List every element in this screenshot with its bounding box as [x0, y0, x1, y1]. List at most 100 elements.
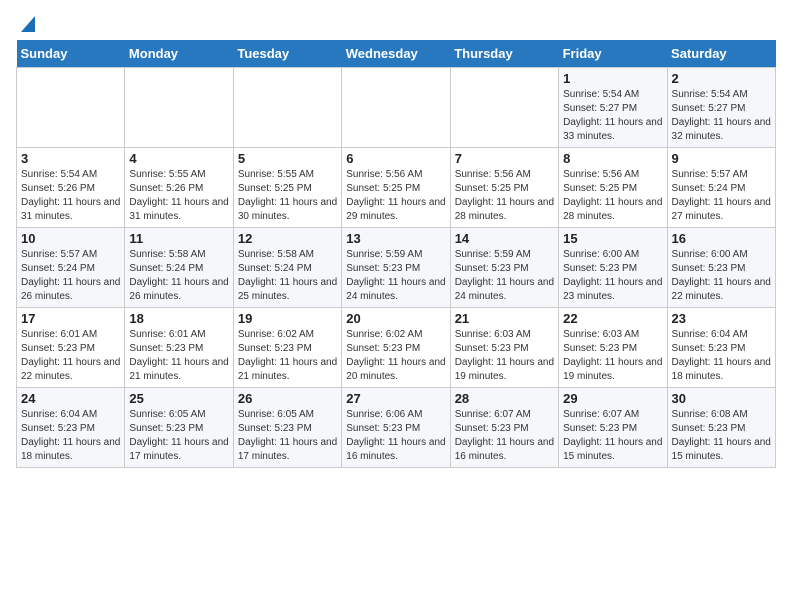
calendar-cell: 18 Sunrise: 6:01 AM Sunset: 5:23 PM Dayli… — [125, 308, 233, 388]
calendar-cell: 29 Sunrise: 6:07 AM Sunset: 5:23 PM Dayli… — [559, 388, 667, 468]
logo — [16, 16, 36, 30]
calendar-cell: 30 Sunrise: 6:08 AM Sunset: 5:23 PM Dayli… — [667, 388, 775, 468]
calendar-cell — [125, 68, 233, 148]
day-number: 28 — [455, 391, 554, 406]
day-number: 3 — [21, 151, 120, 166]
calendar-cell — [17, 68, 125, 148]
day-info: Sunrise: 6:04 AM Sunset: 5:23 PM Dayligh… — [672, 328, 771, 384]
calendar-cell: 17 Sunrise: 6:01 AM Sunset: 5:23 PM Dayli… — [17, 308, 125, 388]
calendar-cell: 21 Sunrise: 6:03 AM Sunset: 5:23 PM Dayli… — [450, 308, 558, 388]
page-header — [16, 16, 776, 30]
calendar-cell: 4Sunrise: 5:55 AM Sunset: 5:26 PM Daylig… — [125, 148, 233, 228]
calendar-cell: 23 Sunrise: 6:04 AM Sunset: 5:23 PM Dayli… — [667, 308, 775, 388]
calendar-cell: 1 Sunrise: 5:54 AM Sunset: 5:27 PM Daylig… — [559, 68, 667, 148]
day-number: 6 — [346, 151, 445, 166]
day-number: 18 — [129, 311, 228, 326]
calendar-table: SundayMondayTuesdayWednesdayThursdayFrid… — [16, 40, 776, 468]
day-info: Sunrise: 6:01 AM Sunset: 5:23 PM Dayligh… — [21, 328, 120, 384]
day-info: Sunrise: 5:55 AM Sunset: 5:26 PM Dayligh… — [129, 168, 228, 224]
logo-triangle-icon — [17, 16, 35, 34]
day-info: Sunrise: 5:54 AM Sunset: 5:27 PM Dayligh… — [563, 88, 662, 144]
day-number: 17 — [21, 311, 120, 326]
calendar-cell — [450, 68, 558, 148]
calendar-cell: 2Sunrise: 5:54 AM Sunset: 5:27 PM Daylig… — [667, 68, 775, 148]
day-number: 22 — [563, 311, 662, 326]
day-number: 2 — [672, 71, 771, 86]
calendar-cell: 5 Sunrise: 5:55 AM Sunset: 5:25 PM Daylig… — [233, 148, 341, 228]
calendar-header: SundayMondayTuesdayWednesdayThursdayFrid… — [17, 40, 776, 68]
day-number: 21 — [455, 311, 554, 326]
day-number: 13 — [346, 231, 445, 246]
weekday-header: Wednesday — [342, 40, 450, 68]
calendar-cell: 13Sunrise: 5:59 AM Sunset: 5:23 PM Dayli… — [342, 228, 450, 308]
calendar-cell: 16 Sunrise: 6:00 AM Sunset: 5:23 PM Dayli… — [667, 228, 775, 308]
day-info: Sunrise: 5:57 AM Sunset: 5:24 PM Dayligh… — [21, 248, 120, 304]
calendar-cell: 12 Sunrise: 5:58 AM Sunset: 5:24 PM Dayli… — [233, 228, 341, 308]
calendar-cell: 6 Sunrise: 5:56 AM Sunset: 5:25 PM Daylig… — [342, 148, 450, 228]
calendar-cell: 22 Sunrise: 6:03 AM Sunset: 5:23 PM Dayli… — [559, 308, 667, 388]
day-info: Sunrise: 6:03 AM Sunset: 5:23 PM Dayligh… — [563, 328, 662, 384]
weekday-header: Saturday — [667, 40, 775, 68]
day-info: Sunrise: 6:02 AM Sunset: 5:23 PM Dayligh… — [346, 328, 445, 384]
day-info: Sunrise: 6:03 AM Sunset: 5:23 PM Dayligh… — [455, 328, 554, 384]
day-number: 26 — [238, 391, 337, 406]
day-number: 30 — [672, 391, 771, 406]
calendar-cell: 8Sunrise: 5:56 AM Sunset: 5:25 PM Daylig… — [559, 148, 667, 228]
calendar-cell: 7 Sunrise: 5:56 AM Sunset: 5:25 PM Daylig… — [450, 148, 558, 228]
day-number: 24 — [21, 391, 120, 406]
day-number: 27 — [346, 391, 445, 406]
weekday-header: Tuesday — [233, 40, 341, 68]
day-info: Sunrise: 6:07 AM Sunset: 5:23 PM Dayligh… — [455, 408, 554, 464]
calendar-cell — [342, 68, 450, 148]
day-info: Sunrise: 5:57 AM Sunset: 5:24 PM Dayligh… — [672, 168, 771, 224]
day-number: 25 — [129, 391, 228, 406]
calendar-cell: 14 Sunrise: 5:59 AM Sunset: 5:23 PM Dayli… — [450, 228, 558, 308]
day-info: Sunrise: 5:56 AM Sunset: 5:25 PM Dayligh… — [563, 168, 662, 224]
day-number: 29 — [563, 391, 662, 406]
calendar-cell: 20Sunrise: 6:02 AM Sunset: 5:23 PM Dayli… — [342, 308, 450, 388]
day-info: Sunrise: 5:54 AM Sunset: 5:26 PM Dayligh… — [21, 168, 120, 224]
day-info: Sunrise: 6:07 AM Sunset: 5:23 PM Dayligh… — [563, 408, 662, 464]
calendar-cell: 9 Sunrise: 5:57 AM Sunset: 5:24 PM Daylig… — [667, 148, 775, 228]
calendar-cell: 28 Sunrise: 6:07 AM Sunset: 5:23 PM Dayli… — [450, 388, 558, 468]
day-info: Sunrise: 6:05 AM Sunset: 5:23 PM Dayligh… — [129, 408, 228, 464]
day-info: Sunrise: 6:06 AM Sunset: 5:23 PM Dayligh… — [346, 408, 445, 464]
day-number: 16 — [672, 231, 771, 246]
day-number: 11 — [129, 231, 228, 246]
day-info: Sunrise: 5:56 AM Sunset: 5:25 PM Dayligh… — [455, 168, 554, 224]
day-info: Sunrise: 6:00 AM Sunset: 5:23 PM Dayligh… — [672, 248, 771, 304]
calendar-cell: 15 Sunrise: 6:00 AM Sunset: 5:23 PM Dayli… — [559, 228, 667, 308]
day-number: 5 — [238, 151, 337, 166]
day-number: 12 — [238, 231, 337, 246]
calendar-cell: 11 Sunrise: 5:58 AM Sunset: 5:24 PM Dayli… — [125, 228, 233, 308]
day-info: Sunrise: 6:00 AM Sunset: 5:23 PM Dayligh… — [563, 248, 662, 304]
day-info: Sunrise: 6:04 AM Sunset: 5:23 PM Dayligh… — [21, 408, 120, 464]
day-info: Sunrise: 5:55 AM Sunset: 5:25 PM Dayligh… — [238, 168, 337, 224]
day-number: 15 — [563, 231, 662, 246]
weekday-header: Monday — [125, 40, 233, 68]
day-info: Sunrise: 6:05 AM Sunset: 5:23 PM Dayligh… — [238, 408, 337, 464]
calendar-cell: 27 Sunrise: 6:06 AM Sunset: 5:23 PM Dayli… — [342, 388, 450, 468]
calendar-cell: 19Sunrise: 6:02 AM Sunset: 5:23 PM Dayli… — [233, 308, 341, 388]
calendar-cell: 3 Sunrise: 5:54 AM Sunset: 5:26 PM Daylig… — [17, 148, 125, 228]
day-info: Sunrise: 6:01 AM Sunset: 5:23 PM Dayligh… — [129, 328, 228, 384]
day-info: Sunrise: 6:02 AM Sunset: 5:23 PM Dayligh… — [238, 328, 337, 384]
day-number: 1 — [563, 71, 662, 86]
calendar-cell: 10Sunrise: 5:57 AM Sunset: 5:24 PM Dayli… — [17, 228, 125, 308]
day-info: Sunrise: 5:56 AM Sunset: 5:25 PM Dayligh… — [346, 168, 445, 224]
day-number: 14 — [455, 231, 554, 246]
calendar-cell: 24 Sunrise: 6:04 AM Sunset: 5:23 PM Dayli… — [17, 388, 125, 468]
weekday-header: Sunday — [17, 40, 125, 68]
day-info: Sunrise: 6:08 AM Sunset: 5:23 PM Dayligh… — [672, 408, 771, 464]
day-info: Sunrise: 5:58 AM Sunset: 5:24 PM Dayligh… — [129, 248, 228, 304]
calendar-cell: 25 Sunrise: 6:05 AM Sunset: 5:23 PM Dayli… — [125, 388, 233, 468]
calendar-cell — [233, 68, 341, 148]
weekday-header: Friday — [559, 40, 667, 68]
day-info: Sunrise: 5:58 AM Sunset: 5:24 PM Dayligh… — [238, 248, 337, 304]
day-number: 7 — [455, 151, 554, 166]
calendar-cell: 26 Sunrise: 6:05 AM Sunset: 5:23 PM Dayli… — [233, 388, 341, 468]
day-number: 9 — [672, 151, 771, 166]
weekday-header: Thursday — [450, 40, 558, 68]
day-number: 23 — [672, 311, 771, 326]
day-info: Sunrise: 5:59 AM Sunset: 5:23 PM Dayligh… — [455, 248, 554, 304]
